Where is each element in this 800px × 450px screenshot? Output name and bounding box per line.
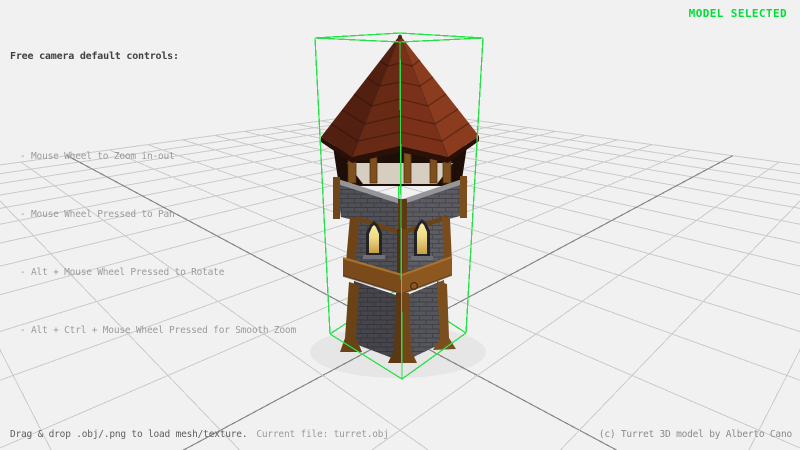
turret-model[interactable] [310, 35, 486, 378]
help-item: - Alt + Mouse Wheel Pressed to Rotate [20, 263, 296, 283]
current-file-text: Current file: turret.obj [256, 429, 388, 440]
credit-text: (c) Turret 3D model by Alberto Cano [599, 429, 792, 440]
footer-hint-row: Drag & drop .obj/.png to load mesh/textu… [10, 429, 389, 440]
status-badge: MODEL SELECTED [689, 7, 787, 20]
drop-hint-text: Drag & drop .obj/.png to load mesh/textu… [10, 429, 247, 440]
help-item: - Mouse Wheel to Zoom in-out [20, 147, 296, 167]
help-title: Free camera default controls: [10, 51, 296, 63]
viewport-3d[interactable]: Free camera default controls: - Mouse Wh… [0, 0, 800, 450]
help-item: - Alt + Ctrl + Mouse Wheel Pressed for S… [20, 321, 296, 341]
help-items: - Mouse Wheel to Zoom in-out - Mouse Whe… [10, 109, 296, 379]
help-overlay: Free camera default controls: - Mouse Wh… [10, 13, 296, 417]
help-item: - Mouse Wheel Pressed to Pan [20, 205, 296, 225]
